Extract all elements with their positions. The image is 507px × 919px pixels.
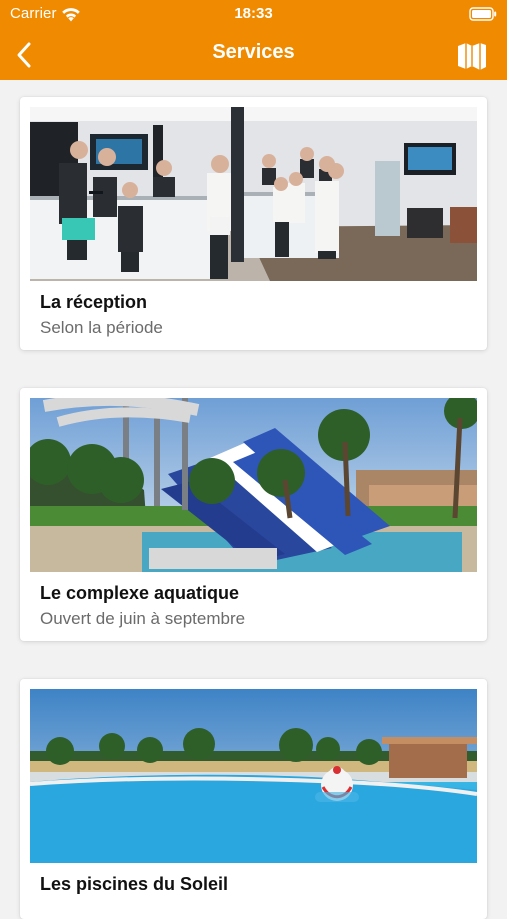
card-title: Le complexe aquatique [40, 583, 240, 603]
map-icon[interactable] [455, 40, 489, 70]
card-title: Les piscines du Soleil [40, 874, 229, 894]
reception-photo [30, 107, 477, 281]
header-bar: Carrier 18:33 Services [0, 0, 507, 80]
service-card-reception[interactable]: La réception Selon la période [20, 97, 487, 350]
card-title: La réception [40, 292, 148, 312]
battery-icon [469, 7, 497, 21]
service-card-aquatic-complex[interactable]: Le complexe aquatique Ouvert de juin à s… [20, 388, 487, 641]
aquatic-complex-photo [30, 398, 477, 572]
status-time: 18:33 [234, 5, 273, 22]
service-card-sun-pools[interactable]: Les piscines du Soleil [20, 679, 487, 919]
page-title: Services [212, 41, 295, 63]
card-subtitle: Ouvert de juin à septembre [40, 609, 246, 628]
navigation-bar: Services [0, 30, 507, 80]
status-bar: Carrier 18:33 [0, 0, 507, 30]
sun-pools-photo [30, 689, 477, 863]
card-subtitle: Selon la période [40, 318, 163, 337]
